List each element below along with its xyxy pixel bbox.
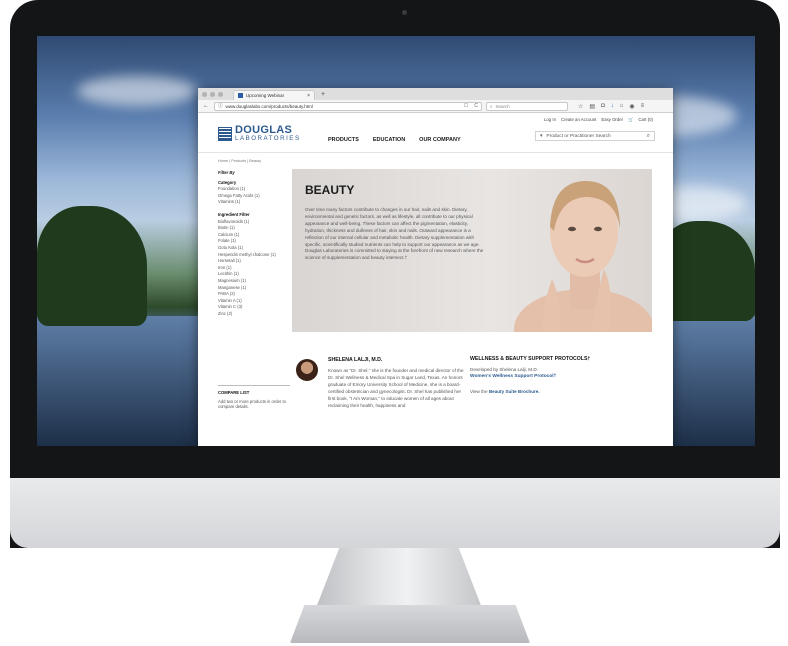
back-button[interactable]: ← xyxy=(202,103,210,109)
create-account-link[interactable]: Create an Account xyxy=(561,117,596,123)
tab-title: Upcoming Webinar xyxy=(246,93,285,98)
logo-bottom-text: LABORATORIES xyxy=(235,135,301,142)
tab-close-icon[interactable]: × xyxy=(307,93,310,99)
ingredient-item[interactable]: Vitamin A (1) xyxy=(218,298,290,305)
new-tab-button[interactable]: + xyxy=(317,90,329,100)
nav-our-company[interactable]: OUR COMPANY xyxy=(419,137,460,143)
wellness-developed-by: Developed by Shelena Lalji, M.D. xyxy=(470,367,538,372)
compare-list: COMPARE LIST Add two or more products in… xyxy=(218,385,290,410)
bookmark-star-icon[interactable]: ☆ xyxy=(578,103,583,110)
chat-icon[interactable]: ◉ xyxy=(629,103,634,110)
nav-products[interactable]: PRODUCTS xyxy=(328,137,359,143)
brochure-line: View the Beauty Suite Brochure. xyxy=(470,389,540,394)
brochure-link[interactable]: Beauty Suite Brochure. xyxy=(489,389,540,394)
filter-by-heading: Filter By xyxy=(218,170,235,175)
pocket-icon[interactable]: ◘ xyxy=(601,103,605,110)
desktop-screen: Upcoming Webinar × + ← ⓘ www.douglaslabs… xyxy=(37,36,755,446)
ingredient-item[interactable]: Folate (1) xyxy=(218,238,290,245)
tree xyxy=(37,206,147,326)
nav-education[interactable]: EDUCATION xyxy=(373,137,405,143)
ingredient-item[interactable]: Horsetail (1) xyxy=(218,258,290,265)
category-heading: Category xyxy=(218,179,237,185)
monitor-chin xyxy=(10,478,780,548)
ingredient-item[interactable]: Lecithin (1) xyxy=(218,271,290,278)
info-icon[interactable]: ⓘ xyxy=(218,103,223,109)
ingredient-item[interactable]: Iron (1) xyxy=(218,265,290,272)
ingredient-item[interactable]: Gotu Kola (1) xyxy=(218,245,290,252)
reader-icon[interactable]: ☐ xyxy=(464,103,468,109)
category-item[interactable]: Vitamins (1) xyxy=(218,199,290,206)
wellness-heading: WELLNESS & BEAUTY SUPPORT PROTOCOLS† xyxy=(470,356,591,362)
monitor-foot xyxy=(290,605,530,643)
hero-banner: BEAUTY Over time many factors contribute… xyxy=(292,169,652,332)
hero-description: Over time many factors contribute to cha… xyxy=(305,207,484,261)
nav-bar: ← ⓘ www.douglaslabs.com/products/beauty.… xyxy=(198,100,673,113)
page-title: BEAUTY xyxy=(305,183,355,197)
site-header: DOUGLAS LABORATORIES PRODUCTS EDUCATION … xyxy=(198,113,673,153)
protocol-link[interactable]: Women's Wellness Support Protocol† xyxy=(470,374,556,379)
ingredient-item[interactable]: Manganese (1) xyxy=(218,285,290,292)
login-link[interactable]: Log In xyxy=(544,117,556,123)
tab-bar: Upcoming Webinar × + xyxy=(198,88,673,100)
search-placeholder: Search xyxy=(495,103,510,109)
clipboard-icon[interactable]: ▤ xyxy=(589,103,595,110)
home-icon[interactable]: ⌂ xyxy=(620,103,624,110)
product-search-input[interactable]: ▾ Product or Practitioner Search ⌕ xyxy=(535,131,655,141)
menu-icon[interactable]: ≡ xyxy=(641,103,645,110)
favicon-icon xyxy=(238,93,243,98)
url-text: www.douglaslabs.com/products/beauty.html xyxy=(225,103,313,109)
reload-icon[interactable]: C xyxy=(474,103,478,109)
compare-text: Add two or more products in order to com… xyxy=(218,398,286,410)
cart-link[interactable]: Cart (0) xyxy=(638,117,653,123)
bio-name: SHELENA LALJI, M.D. xyxy=(328,357,383,363)
monitor-stand xyxy=(316,548,482,608)
tab-upcoming-webinar[interactable]: Upcoming Webinar × xyxy=(233,90,315,100)
douglas-logo[interactable]: DOUGLAS LABORATORIES xyxy=(218,125,301,142)
ingredient-item[interactable]: Magnesium (1) xyxy=(218,278,290,285)
woman-portrait-image xyxy=(514,181,652,332)
easy-order-link[interactable]: Easy Order xyxy=(601,117,623,123)
camera-dot xyxy=(402,10,407,15)
window-controls xyxy=(202,88,223,100)
compare-heading: COMPARE LIST xyxy=(218,390,250,395)
close-window-button[interactable] xyxy=(202,91,207,97)
web-page: DOUGLAS LABORATORIES PRODUCTS EDUCATION … xyxy=(198,113,673,446)
search-input[interactable]: ⌕ Search xyxy=(486,101,568,111)
search-icon[interactable]: ⌕ xyxy=(647,133,650,140)
utility-links: Log In Create an Account Easy Order 🛒 Ca… xyxy=(544,117,653,123)
minimize-window-button[interactable] xyxy=(210,91,215,97)
download-icon[interactable]: ↓ xyxy=(611,103,614,110)
product-search-placeholder: Product or Practitioner Search xyxy=(546,133,611,139)
cloud xyxy=(77,76,197,106)
cart-icon[interactable]: 🛒 xyxy=(628,117,633,123)
dropdown-icon[interactable]: ▾ xyxy=(540,134,542,139)
logo-mark-icon xyxy=(218,126,232,141)
ingredient-item[interactable]: Biotin (1) xyxy=(218,225,290,232)
zoom-window-button[interactable] xyxy=(218,91,223,97)
ingredient-item[interactable]: Bioflavonoids (1) xyxy=(218,219,290,226)
browser-window: Upcoming Webinar × + ← ⓘ www.douglaslabs… xyxy=(198,88,673,446)
url-bar[interactable]: ⓘ www.douglaslabs.com/products/beauty.ht… xyxy=(214,101,482,111)
ingredient-heading: Ingredient Filter xyxy=(218,211,250,217)
ingredient-item[interactable]: Calcium (1) xyxy=(218,232,290,239)
filter-sidebar: Filter By Category Foundation (1) Omega … xyxy=(218,170,290,317)
content-bottom: SHELENA LALJI, M.D. Known as "Dr. Shel,"… xyxy=(292,337,652,446)
breadcrumb[interactable]: Home | Products | Beauty xyxy=(218,159,261,163)
main-nav: PRODUCTS EDUCATION OUR COMPANY xyxy=(328,137,461,143)
avatar xyxy=(296,359,318,381)
category-item[interactable]: Omega Fatty Acids (1) xyxy=(218,193,290,200)
brochure-prefix: View the xyxy=(470,389,488,394)
ingredient-item[interactable]: PABA (2) xyxy=(218,291,290,298)
search-icon: ⌕ xyxy=(490,103,493,109)
bio-text: Known as "Dr. Shel," she is the founder … xyxy=(328,368,464,408)
category-item[interactable]: Foundation (1) xyxy=(218,186,290,193)
ingredient-item[interactable]: Vitamin C (3) xyxy=(218,304,290,311)
ingredient-item[interactable]: Zinc (2) xyxy=(218,311,290,318)
ingredient-item[interactable]: Hesperidin methyl chalcone (1) xyxy=(218,252,290,259)
